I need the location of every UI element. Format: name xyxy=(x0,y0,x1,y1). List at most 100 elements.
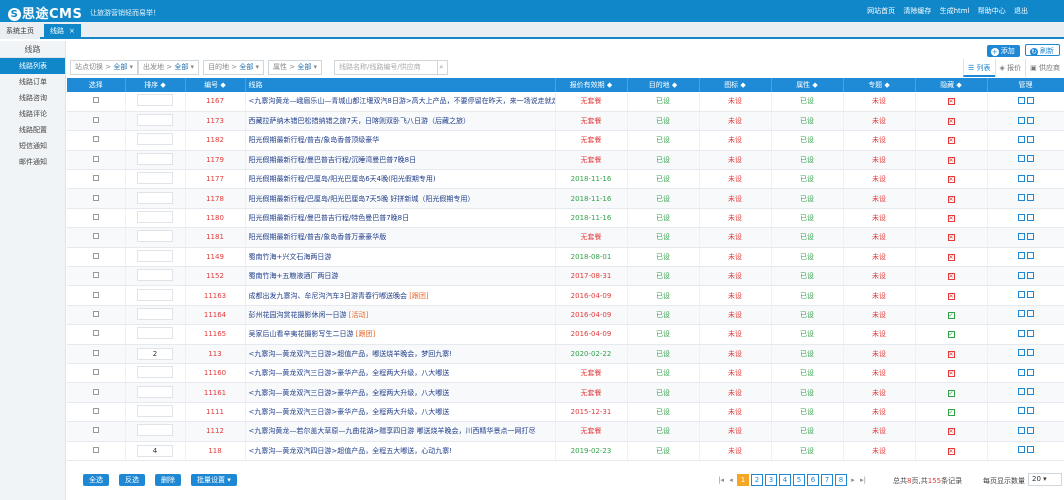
row-line-name[interactable]: <九寨沟—黄龙双汽四日游>超值产品，全程五大嘟送，心动九寨! xyxy=(245,441,556,461)
sidebar-item-line-orders[interactable]: 线路订单 xyxy=(0,74,65,90)
page-number[interactable]: 2 xyxy=(751,474,763,486)
view-tab-list[interactable]: ☰ 列表 xyxy=(963,59,995,77)
row-line-name[interactable]: 阳光假期最新行程/巴厘岛/阳光巴厘岛7天5晚 好拼新城（阳光假期专用） xyxy=(245,188,556,209)
row-checkbox[interactable] xyxy=(92,214,99,221)
row-valid-date[interactable]: 无套餐 xyxy=(555,421,628,442)
sort-input[interactable] xyxy=(137,94,173,107)
edit-icon[interactable] xyxy=(1017,174,1025,182)
row-valid-date[interactable]: 2016-04-09 xyxy=(555,324,628,345)
edit-icon[interactable] xyxy=(1017,96,1025,104)
col-hidden[interactable]: 隐藏 ◆ xyxy=(915,78,988,92)
row-line-name[interactable]: 阳光假期最新行程/巴厘岛/阳光巴厘岛6天4晚(阳光假期专用) xyxy=(245,169,556,190)
view-tab-price[interactable]: ◈ 报价 xyxy=(994,59,1026,77)
copy-icon[interactable] xyxy=(1026,194,1034,202)
link-logout[interactable]: 退出 xyxy=(1014,7,1028,15)
sort-input[interactable] xyxy=(137,211,173,224)
row-valid-date[interactable]: 2016-04-09 xyxy=(555,285,628,306)
row-topic[interactable]: 未设 xyxy=(843,208,916,229)
cross-icon[interactable]: ✕ xyxy=(947,447,955,455)
close-icon[interactable]: × xyxy=(69,27,75,35)
copy-icon[interactable] xyxy=(1026,291,1034,299)
edit-icon[interactable] xyxy=(1017,349,1025,357)
copy-icon[interactable] xyxy=(1026,426,1034,434)
page-number[interactable]: 1 xyxy=(737,474,749,486)
row-topic[interactable]: 未设 xyxy=(843,169,916,190)
row-topic[interactable]: 未设 xyxy=(843,111,916,132)
row-valid-date[interactable]: 无套餐 xyxy=(555,363,628,384)
row-line-name[interactable]: 阳光假期最新行程/普吉/象岛香普顶级豪华 xyxy=(245,130,556,151)
batch-settings-button[interactable]: 批量设置 ▾ xyxy=(191,474,237,486)
sort-input[interactable] xyxy=(137,327,173,340)
edit-icon[interactable] xyxy=(1017,426,1025,434)
check-icon[interactable]: ✓ xyxy=(947,331,955,339)
delete-button[interactable]: 删除 xyxy=(155,474,181,486)
row-attribute[interactable]: 已设 xyxy=(771,421,844,442)
invert-selection-button[interactable]: 反选 xyxy=(119,474,145,486)
row-attribute[interactable]: 已设 xyxy=(771,285,844,306)
cross-icon[interactable]: ✕ xyxy=(947,350,955,358)
check-icon[interactable]: ✓ xyxy=(947,408,955,416)
cross-icon[interactable]: ✕ xyxy=(947,253,955,261)
sort-input[interactable] xyxy=(137,307,173,320)
row-checkbox[interactable] xyxy=(92,330,99,337)
col-sort[interactable]: 排序 ◆ xyxy=(125,78,186,92)
row-valid-date[interactable]: 无套餐 xyxy=(555,111,628,132)
row-checkbox[interactable] xyxy=(92,97,99,104)
row-icon-status[interactable]: 未设 xyxy=(699,227,772,248)
row-topic[interactable]: 未设 xyxy=(843,188,916,209)
copy-icon[interactable] xyxy=(1026,349,1034,357)
row-destination[interactable]: 已设 xyxy=(627,150,700,171)
row-valid-date[interactable]: 2015-12-31 xyxy=(555,402,628,423)
sort-input[interactable] xyxy=(137,404,173,417)
row-line-name[interactable]: <九寨沟—黄龙双汽三日游>豪华产品，全程两大升级，八大嘟送 xyxy=(245,402,556,423)
cross-icon[interactable]: ✕ xyxy=(947,137,955,145)
copy-icon[interactable] xyxy=(1026,446,1034,454)
row-line-name[interactable]: 蜀南竹海+五粮液酒厂两日游 xyxy=(245,266,556,287)
row-destination[interactable]: 已设 xyxy=(627,92,700,112)
row-checkbox[interactable] xyxy=(92,233,99,240)
row-destination[interactable]: 已设 xyxy=(627,169,700,190)
row-valid-date[interactable]: 无套餐 xyxy=(555,130,628,151)
row-checkbox[interactable] xyxy=(92,427,99,434)
cross-icon[interactable]: ✕ xyxy=(947,195,955,203)
edit-icon[interactable] xyxy=(1017,329,1025,337)
edit-icon[interactable] xyxy=(1017,368,1025,376)
row-valid-date[interactable]: 无套餐 xyxy=(555,92,628,112)
add-button[interactable]: + 添加 xyxy=(986,45,1020,57)
sidebar-item-line-config[interactable]: 线路配置 xyxy=(0,122,65,138)
row-destination[interactable]: 已设 xyxy=(627,421,700,442)
copy-icon[interactable] xyxy=(1026,368,1034,376)
row-destination[interactable]: 已设 xyxy=(627,305,700,326)
row-destination[interactable]: 已设 xyxy=(627,247,700,268)
row-attribute[interactable]: 已设 xyxy=(771,266,844,287)
sort-input[interactable] xyxy=(137,424,173,437)
row-destination[interactable]: 已设 xyxy=(627,402,700,423)
row-icon-status[interactable]: 未设 xyxy=(699,305,772,326)
filter-attribute[interactable]: 属性 > 全部 ▾ xyxy=(268,60,323,75)
sidebar-item-line-list[interactable]: 线路列表 xyxy=(0,58,65,74)
col-attribute[interactable]: 属性 ◆ xyxy=(771,78,844,92)
row-attribute[interactable]: 已设 xyxy=(771,169,844,190)
copy-icon[interactable] xyxy=(1026,388,1034,396)
row-icon-status[interactable]: 未设 xyxy=(699,421,772,442)
copy-icon[interactable] xyxy=(1026,310,1034,318)
row-attribute[interactable]: 已设 xyxy=(771,305,844,326)
edit-icon[interactable] xyxy=(1017,291,1025,299)
row-checkbox[interactable] xyxy=(92,291,99,298)
row-attribute[interactable]: 已设 xyxy=(771,324,844,345)
row-line-name[interactable]: 阳光假期最新行程/曼巴普吉行程/特色曼巴普7晚8日 xyxy=(245,208,556,229)
edit-icon[interactable] xyxy=(1017,213,1025,221)
row-topic[interactable]: 未设 xyxy=(843,402,916,423)
cross-icon[interactable]: ✕ xyxy=(947,215,955,223)
row-topic[interactable]: 未设 xyxy=(843,421,916,442)
row-icon-status[interactable]: 未设 xyxy=(699,363,772,384)
row-checkbox[interactable] xyxy=(92,272,99,279)
edit-icon[interactable] xyxy=(1017,194,1025,202)
sort-input[interactable] xyxy=(137,191,173,204)
cross-icon[interactable]: ✕ xyxy=(947,176,955,184)
page-number[interactable]: 8 xyxy=(835,474,847,486)
sort-input[interactable] xyxy=(137,249,173,262)
row-checkbox[interactable] xyxy=(92,136,99,143)
last-page-icon[interactable]: ▸| xyxy=(859,475,867,487)
row-topic[interactable]: 未设 xyxy=(843,441,916,461)
